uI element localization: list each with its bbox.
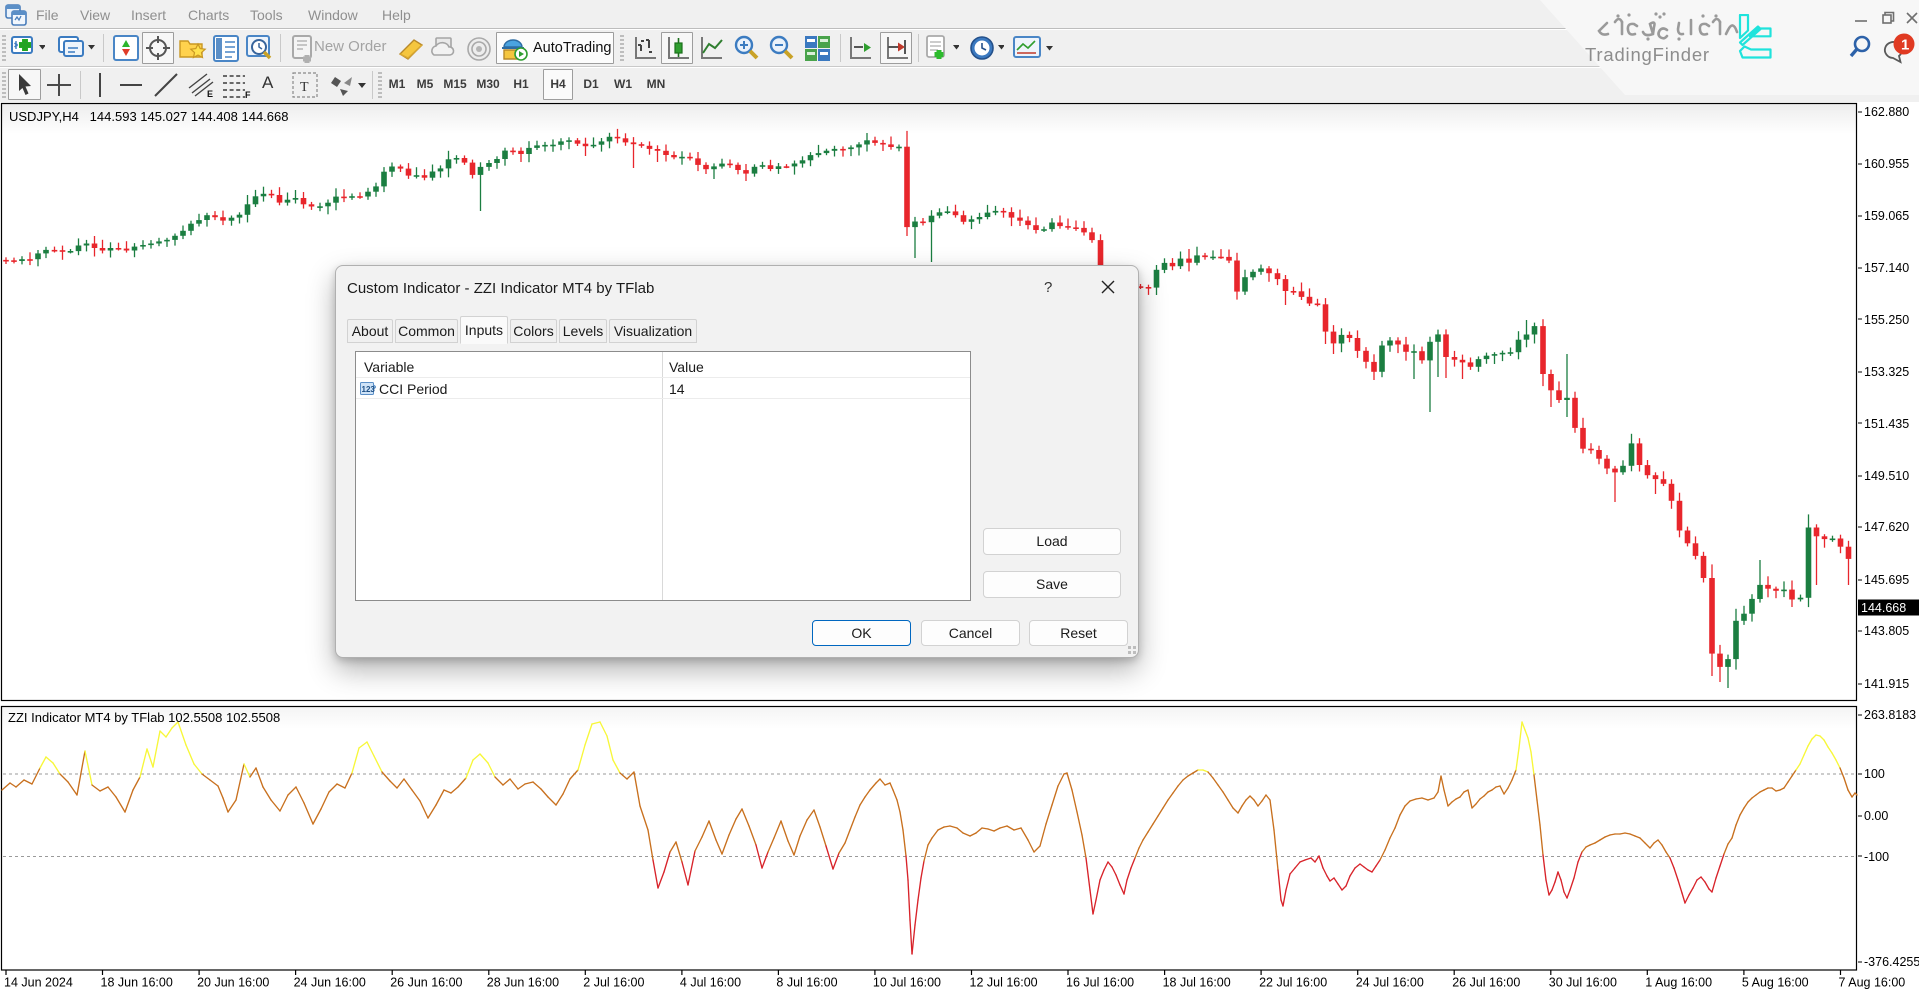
svg-text:147.620: 147.620 bbox=[1864, 520, 1909, 534]
svg-text:159.065: 159.065 bbox=[1864, 209, 1909, 223]
svg-text:-100: -100 bbox=[1864, 850, 1889, 864]
svg-text:155.250: 155.250 bbox=[1864, 313, 1909, 327]
svg-text:26 Jun 16:00: 26 Jun 16:00 bbox=[390, 976, 462, 990]
svg-text:0.00: 0.00 bbox=[1864, 809, 1888, 823]
svg-text:149.510: 149.510 bbox=[1864, 469, 1909, 483]
svg-text:1 Aug 16:00: 1 Aug 16:00 bbox=[1645, 976, 1712, 990]
svg-text:30 Jul 16:00: 30 Jul 16:00 bbox=[1549, 976, 1617, 990]
svg-text:1: 1 bbox=[1901, 37, 1909, 54]
svg-text:145.695: 145.695 bbox=[1864, 573, 1909, 587]
svg-text:26 Jul 16:00: 26 Jul 16:00 bbox=[1452, 976, 1520, 990]
svg-text:28 Jun 16:00: 28 Jun 16:00 bbox=[487, 976, 559, 990]
svg-text:263.8183: 263.8183 bbox=[1864, 708, 1916, 722]
svg-text:143.805: 143.805 bbox=[1864, 624, 1909, 638]
svg-text:24 Jun 16:00: 24 Jun 16:00 bbox=[294, 976, 366, 990]
svg-text:-376.4255: -376.4255 bbox=[1864, 955, 1919, 969]
svg-text:10 Jul 16:00: 10 Jul 16:00 bbox=[873, 976, 941, 990]
svg-text:2 Jul 16:00: 2 Jul 16:00 bbox=[583, 976, 644, 990]
svg-text:18 Jun 16:00: 18 Jun 16:00 bbox=[101, 976, 173, 990]
svg-text:14 Jun 2024: 14 Jun 2024 bbox=[4, 976, 73, 990]
svg-text:141.915: 141.915 bbox=[1864, 677, 1909, 691]
svg-text:123: 123 bbox=[362, 385, 376, 394]
svg-text:153.325: 153.325 bbox=[1864, 365, 1909, 379]
svg-text:7 Aug 16:00: 7 Aug 16:00 bbox=[1839, 976, 1906, 990]
svg-text:157.140: 157.140 bbox=[1864, 261, 1909, 275]
svg-text:20 Jun 16:00: 20 Jun 16:00 bbox=[197, 976, 269, 990]
svg-text:USDJPY,H4 144.593 145.027 14: USDJPY,H4 144.593 145.027 144.408 144.66… bbox=[9, 109, 288, 124]
svg-text:18 Jul 16:00: 18 Jul 16:00 bbox=[1163, 976, 1231, 990]
svg-text:12 Jul 16:00: 12 Jul 16:00 bbox=[970, 976, 1038, 990]
svg-text:16 Jul 16:00: 16 Jul 16:00 bbox=[1066, 976, 1134, 990]
svg-text:162.880: 162.880 bbox=[1864, 105, 1909, 119]
svg-text:5 Aug 16:00: 5 Aug 16:00 bbox=[1742, 976, 1809, 990]
svg-text:24 Jul 16:00: 24 Jul 16:00 bbox=[1356, 976, 1424, 990]
svg-text:8 Jul 16:00: 8 Jul 16:00 bbox=[776, 976, 837, 990]
svg-text:160.955: 160.955 bbox=[1864, 157, 1909, 171]
svg-text:22 Jul 16:00: 22 Jul 16:00 bbox=[1259, 976, 1327, 990]
svg-text:151.435: 151.435 bbox=[1864, 417, 1909, 431]
svg-text:100: 100 bbox=[1864, 767, 1885, 781]
svg-text:144.668: 144.668 bbox=[1861, 601, 1906, 615]
svg-text:4 Jul 16:00: 4 Jul 16:00 bbox=[680, 976, 741, 990]
svg-text:ZZI Indicator MT4 by TFlab 102: ZZI Indicator MT4 by TFlab 102.5508 102.… bbox=[8, 710, 280, 725]
